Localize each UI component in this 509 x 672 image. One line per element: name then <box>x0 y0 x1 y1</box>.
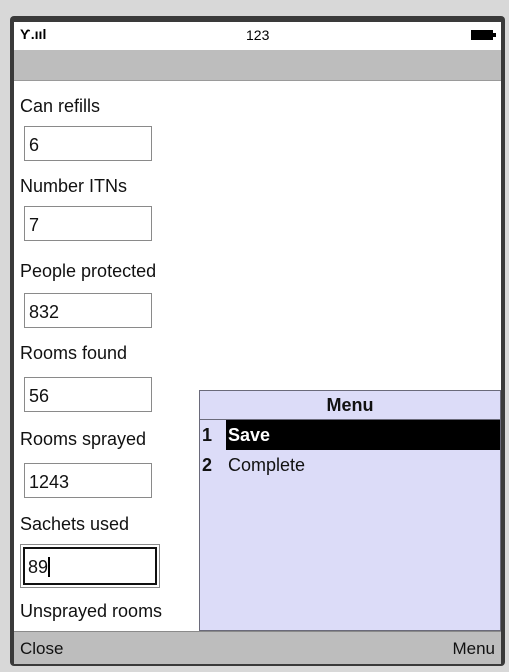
can-refills-input[interactable]: 6 <box>24 126 152 161</box>
sachets-used-value: 89 <box>28 557 49 577</box>
people-protected-input[interactable]: 832 <box>24 293 152 328</box>
menu-title: Menu <box>200 391 500 420</box>
menu-item-save[interactable]: 1 Save <box>200 420 500 450</box>
options-menu: Menu 1 Save 2 Complete <box>199 390 501 631</box>
field-label-number-itns: Number ITNs <box>20 176 128 196</box>
screen-title-bar <box>14 50 501 81</box>
battery-icon <box>471 30 496 40</box>
menu-item-label: Complete <box>228 455 306 475</box>
rooms-sprayed-input[interactable]: 1243 <box>24 463 152 498</box>
text-caret <box>48 557 51 577</box>
softkey-bar: Close Menu <box>14 631 501 664</box>
menu-item-complete[interactable]: 2 Complete <box>200 450 500 480</box>
rooms-found-input[interactable]: 56 <box>24 377 152 412</box>
menu-item-number: 1 <box>202 425 213 445</box>
signal-icon: Ƴ.ııl <box>20 26 47 42</box>
sachets-used-input[interactable]: 89 <box>20 544 160 588</box>
phone-device: Ƴ.ııl 123 Can refills 6 Number ITNs 7 Pe… <box>0 0 509 672</box>
menu-item-number: 2 <box>202 455 213 475</box>
field-label-unsprayed-rooms: Unsprayed rooms <box>20 601 163 621</box>
field-label-rooms-found: Rooms found <box>20 343 128 363</box>
field-label-rooms-sprayed: Rooms sprayed <box>20 429 147 449</box>
number-itns-input[interactable]: 7 <box>24 206 152 241</box>
menu-softkey[interactable]: Menu <box>452 639 495 659</box>
close-softkey[interactable]: Close <box>20 639 63 659</box>
field-label-people-protected: People protected <box>20 261 157 281</box>
menu-item-label: Save <box>226 420 500 450</box>
field-label-can-refills: Can refills <box>20 96 101 116</box>
status-bar: Ƴ.ııl 123 <box>14 22 501 50</box>
field-label-sachets-used: Sachets used <box>20 514 130 534</box>
status-clock: 123 <box>246 27 270 43</box>
